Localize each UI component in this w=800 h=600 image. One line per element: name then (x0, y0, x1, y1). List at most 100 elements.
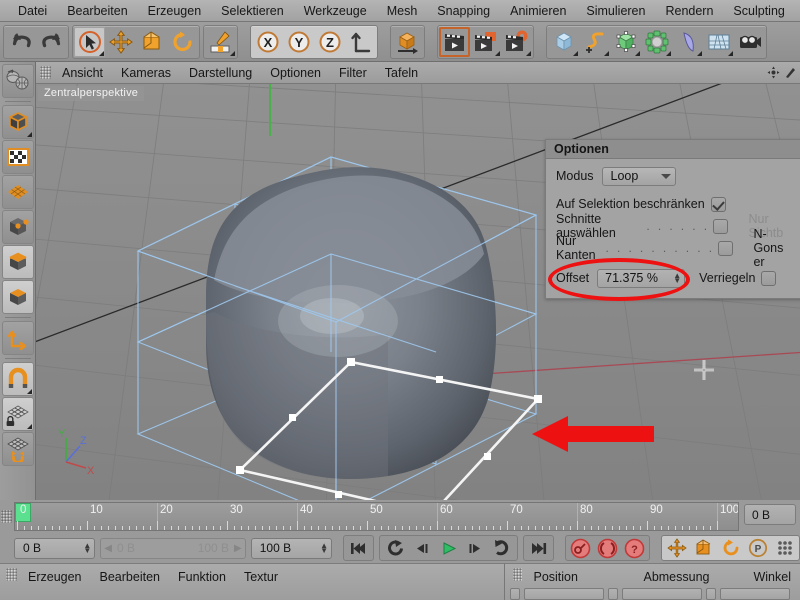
record-key-button[interactable] (567, 537, 594, 560)
frame-range-slider[interactable]: ◀ 0 B 100 B ▶ (100, 537, 246, 559)
end-frame-field[interactable]: 100 B ▲ ▼ (250, 537, 332, 559)
tool-polygon-mode[interactable] (1, 280, 34, 314)
stepper-icon[interactable]: ▲ ▼ (83, 542, 91, 555)
world-axis-button[interactable] (205, 27, 236, 57)
tool-texture-mode[interactable] (1, 140, 34, 174)
viewport-menu-kameras[interactable]: Kameras (112, 64, 180, 82)
current-frame-field[interactable]: 0 B ▲ ▼ (14, 537, 96, 559)
tool-rotate-workplane[interactable] (1, 432, 34, 466)
go-to-end-button[interactable] (525, 537, 552, 560)
render-region-button[interactable] (470, 27, 501, 57)
point-level-icon (777, 541, 792, 555)
coord-menu-position[interactable]: Position (524, 568, 634, 586)
coord-position-x-field[interactable] (524, 588, 604, 600)
next-key-button[interactable] (489, 537, 516, 560)
render-view-button[interactable] (439, 27, 470, 57)
undo-button[interactable] (5, 27, 36, 57)
menu-item-selektieren[interactable]: Selektieren (211, 2, 294, 20)
timeline-ruler[interactable]: 0 10 20 30 40 50 60 70 80 90 100 (14, 502, 739, 531)
panel-grip-icon[interactable] (40, 66, 51, 79)
world-coordinate-button[interactable] (345, 27, 376, 57)
lock-checkbox[interactable] (761, 270, 777, 286)
viewport-menu-darstellung[interactable]: Darstellung (180, 64, 261, 82)
tool-points-mode[interactable] (1, 210, 34, 244)
menu-item-datei[interactable]: Datei (8, 2, 57, 20)
cube-primitive-button[interactable] (548, 27, 579, 57)
tool-world-object-axis[interactable] (1, 64, 34, 98)
viewport-menu-optionen[interactable]: Optionen (261, 64, 330, 82)
timeline-frame-box[interactable]: 0 B (744, 504, 796, 525)
previous-key-button[interactable] (381, 537, 408, 560)
rotation-key-button[interactable] (717, 537, 744, 560)
pan-icon[interactable] (765, 64, 781, 81)
environment-button[interactable] (703, 27, 734, 57)
pla-key-button[interactable]: P (744, 537, 771, 560)
material-menu-textur[interactable]: Textur (235, 568, 287, 586)
material-menu-erzeugen[interactable]: Erzeugen (19, 568, 91, 586)
range-right-arrow-icon[interactable]: ▶ (234, 543, 242, 554)
menu-item-animieren[interactable]: Animieren (500, 2, 576, 20)
timeline-grip[interactable] (0, 500, 14, 533)
camera-button[interactable] (734, 27, 765, 57)
menu-item-mesh[interactable]: Mesh (377, 2, 428, 20)
tool-polygon-grid[interactable] (1, 175, 34, 209)
step-forward-button[interactable] (462, 537, 489, 560)
panel-grip-icon[interactable] (513, 568, 523, 581)
only-edges-checkbox[interactable] (718, 240, 734, 256)
spline-button[interactable] (579, 27, 610, 57)
coord-size-x-field[interactable] (622, 588, 702, 600)
viewport-menu-ansicht[interactable]: Ansicht (53, 64, 112, 82)
keyframe-help-button[interactable]: ? (621, 537, 648, 560)
deformer-button[interactable] (672, 27, 703, 57)
autokey-button[interactable] (594, 537, 621, 560)
select-cuts-checkbox[interactable] (713, 218, 729, 234)
step-back-button[interactable] (408, 537, 435, 560)
modus-dropdown[interactable]: Loop (601, 166, 676, 186)
menu-item-erzeugen[interactable]: Erzeugen (138, 2, 212, 20)
tool-edge-mode[interactable] (1, 245, 34, 279)
restrict-selection-checkbox[interactable] (710, 196, 726, 212)
stepper-icon[interactable]: ▲ ▼ (320, 542, 328, 555)
range-left-arrow-icon[interactable]: ◀ (104, 543, 112, 554)
move-tool-button[interactable] (105, 27, 136, 57)
menu-item-bearbeiten[interactable]: Bearbeiten (57, 2, 137, 20)
menu-item-mograph[interactable]: MoGraph (795, 2, 800, 20)
tool-axis-mode[interactable] (1, 321, 34, 355)
viewport-menu-tafeln[interactable]: Tafeln (376, 64, 427, 82)
go-to-start-button[interactable] (345, 537, 372, 560)
position-key-button[interactable] (663, 536, 690, 560)
array-button[interactable] (641, 27, 672, 57)
render-settings-button[interactable] (501, 27, 532, 57)
viewport-3d[interactable]: Zentralperspektive Y Z X Optionen Modus … (36, 84, 800, 500)
material-menu-funktion[interactable]: Funktion (169, 568, 235, 586)
lock-z-axis-button[interactable]: Z (314, 27, 345, 57)
menu-item-werkzeuge[interactable]: Werkzeuge (294, 2, 377, 20)
parameter-key-button[interactable] (771, 537, 798, 560)
tool-model-mode[interactable] (1, 105, 34, 139)
viewport-menu-filter[interactable]: Filter (330, 64, 376, 82)
zoom-icon[interactable] (782, 64, 798, 81)
tool-lock-workplane[interactable] (1, 397, 34, 431)
tool-snapping-magnet[interactable] (1, 362, 34, 396)
menu-item-sculpting[interactable]: Sculpting (723, 2, 794, 20)
lock-y-axis-button[interactable]: Y (283, 27, 314, 57)
coord-menu-winkel[interactable]: Winkel (744, 568, 800, 586)
scale-key-button[interactable] (690, 537, 717, 560)
rotate-tool-button[interactable] (167, 27, 198, 57)
panel-grip-icon[interactable] (6, 568, 17, 581)
offset-input[interactable]: 71.375 % ▲ ▼ (597, 268, 686, 288)
object-axis-button[interactable] (392, 27, 423, 57)
material-menu-bearbeiten[interactable]: Bearbeiten (91, 568, 169, 586)
coord-angle-h-field[interactable] (720, 588, 790, 600)
select-tool-button[interactable] (74, 26, 105, 57)
menu-item-simulieren[interactable]: Simulieren (576, 2, 655, 20)
nurbs-button[interactable] (610, 27, 641, 57)
menu-item-snapping[interactable]: Snapping (427, 2, 500, 20)
stepper-icon[interactable]: ▲ ▼ (673, 272, 681, 285)
scale-tool-button[interactable] (136, 27, 167, 57)
play-button[interactable] (435, 537, 462, 560)
lock-x-axis-button[interactable]: X (252, 27, 283, 57)
menu-item-rendern[interactable]: Rendern (655, 2, 723, 20)
coord-menu-abmessung[interactable]: Abmessung (634, 568, 744, 586)
redo-button[interactable] (36, 27, 67, 57)
